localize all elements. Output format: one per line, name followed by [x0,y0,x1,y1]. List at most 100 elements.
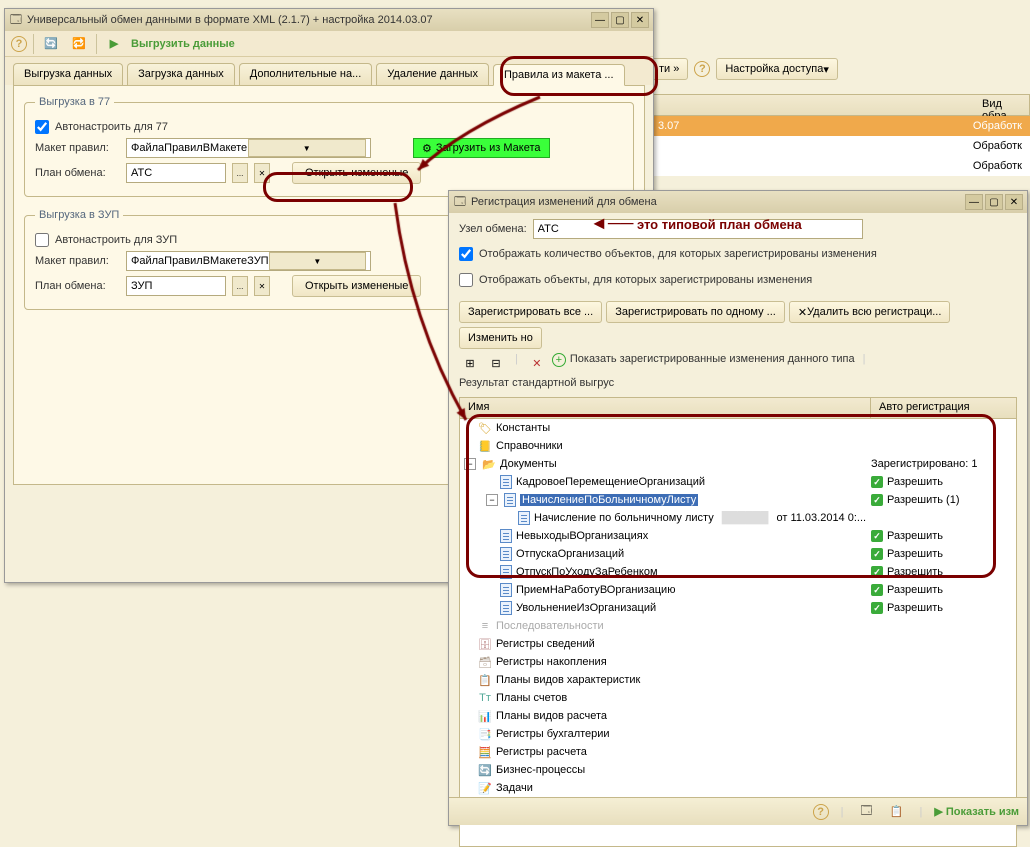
play-icon[interactable]: ▶ [103,34,125,54]
result-link[interactable]: Результат стандартной выгрус [459,377,614,389]
more-icon[interactable]: ... [232,276,248,296]
show-changes-link[interactable]: ▶ Показать изм [934,805,1019,818]
folder-icon: 📒 [478,439,492,453]
open-changes-zup-button[interactable]: Открыть измененые [292,275,421,297]
help-icon[interactable]: ? [11,36,27,52]
tree-d7: УвольнениеИзОрганизаций✓Разрешить [460,599,1016,617]
const-icon: 🏷 [478,421,492,435]
register-icon: 🗃 [478,655,492,669]
help-icon[interactable]: ? [694,61,710,77]
check-icon: ✓ [871,548,883,560]
dropdown-icon[interactable]: ▼ [269,252,366,270]
legend-zup: Выгрузка в ЗУП [35,209,123,221]
clear-icon[interactable]: ✕ [254,163,270,183]
bg-btn-ti[interactable]: ти » [650,58,688,80]
tree-psch: ТтПланы счетов [460,689,1016,707]
del-all-button[interactable]: ✕ Удалить всю регистраци... [789,301,951,323]
load-maket-button[interactable]: ⚙ Загрузить из Макета [413,138,550,158]
icon-2[interactable]: 📋 [886,802,908,822]
plan77-label: План обмена: [35,167,120,179]
show-count-checkbox[interactable] [459,247,473,261]
bg-col-header: Вид обра [650,94,1030,116]
delete-icon[interactable]: ✕ [526,353,548,373]
auto-77-label: Автонастроить для 77 [55,121,168,133]
show-count-label: Отображать количество объектов, для кото… [479,248,877,260]
app-icon: 🗔 [9,13,23,27]
close-button[interactable]: ✕ [1005,194,1023,210]
collapse-icon[interactable]: − [464,458,476,470]
w2-title: Регистрация изменений для обмена [471,196,963,208]
maximize-button[interactable]: ▢ [611,12,629,28]
reg-one-button[interactable]: Зарегистрировать по одному ... [606,301,785,323]
tree-d2-item: Начисление по больничному листу██████от … [460,509,1016,527]
close-button[interactable]: ✕ [631,12,649,28]
tab-export[interactable]: Выгрузка данных [13,63,123,85]
check-icon: ✓ [871,530,883,542]
help-icon[interactable]: ? [813,804,829,820]
plan-icon: 📋 [478,673,492,687]
plan-icon: Тт [478,691,492,705]
maximize-button[interactable]: ▢ [985,194,1003,210]
bg-row-1[interactable]: 3.07Обработк [650,116,1030,136]
check-icon: ✓ [871,476,883,488]
show-reg-link[interactable]: Показать зарегистрированные изменения да… [570,353,855,373]
w2-titlebar[interactable]: 🗔 Регистрация изменений для обмена — ▢ ✕ [449,191,1027,213]
collapse-icon[interactable]: − [486,494,498,506]
tab-rules[interactable]: Правила из макета ... [493,64,625,86]
bg-col-label: Вид обра [979,95,1029,115]
tab-delete[interactable]: Удаление данных [376,63,489,85]
auto-zup-checkbox[interactable] [35,233,49,247]
node-input[interactable] [533,219,863,239]
open-changes-77-button[interactable]: Открыть измененые [292,162,421,184]
auto-77-checkbox[interactable] [35,120,49,134]
tree-header: Имя Авто регистрация [459,397,1017,419]
window-2: 🗔 Регистрация изменений для обмена — ▢ ✕… [448,190,1028,826]
refresh2-icon[interactable]: 🔁 [68,34,90,54]
doc-icon [518,511,530,525]
change-button[interactable]: Изменить но [459,327,542,349]
seq-icon: ≡ [478,619,492,633]
tree-d1: КадровоеПеремещениеОрганизаций✓Разрешить [460,473,1016,491]
dropdown-icon[interactable]: ▼ [248,139,367,157]
collapse-icon[interactable]: ⊟ [485,353,507,373]
minimize-button[interactable]: — [591,12,609,28]
bg-btn-access[interactable]: Настройка доступа ▾ [716,58,838,80]
w1-title: Универсальный обмен данными в формате XM… [27,14,589,26]
maket77-label: Макет правил: [35,142,120,154]
fieldset-77: Выгрузка в 77 Автонастроить для 77 Макет… [24,96,634,197]
icon-1[interactable]: 🗔 [856,802,878,822]
node-label: Узел обмена: [459,223,527,235]
planzup-label: План обмена: [35,280,120,292]
tree[interactable]: 🏷Константы 📒Справочники −📂ДокументыЗарег… [459,419,1017,847]
tab-import[interactable]: Загрузка данных [127,63,235,85]
col-auto[interactable]: Авто регистрация [871,398,1016,418]
doc-icon [500,529,512,543]
tree-d5: ОтпускПоУходуЗаРебенком✓Разрешить [460,563,1016,581]
clear-icon[interactable]: ✕ [254,276,270,296]
bg-row-2[interactable]: Обработк [650,136,1030,156]
expand-icon[interactable]: ⊞ [459,353,481,373]
add-icon[interactable]: + [552,353,566,367]
tree-pvh: 📋Планы видов характеристик [460,671,1016,689]
w1-toolbar: ? 🔄 🔁 ▶ Выгрузить данные [5,31,653,57]
w1-titlebar[interactable]: 🗔 Универсальный обмен данными в формате … [5,9,653,31]
reg-all-button[interactable]: Зарегистрировать все ... [459,301,602,323]
refresh-icon[interactable]: 🔄 [40,34,62,54]
maketzup-combo[interactable]: ФайлаПравилВМакетеЗУП ▼ [126,251,371,271]
export-button[interactable]: Выгрузить данные [131,38,235,50]
tree-posl: ≡Последовательности [460,617,1016,635]
background-toolbar: ти » ? Настройка доступа ▾ [650,58,838,80]
more-icon[interactable]: ... [232,163,248,183]
maket77-combo[interactable]: ФайлаПравилВМакете ▼ [126,138,371,158]
w1-tabs: Выгрузка данных Загрузка данных Дополнит… [5,57,653,85]
plan77-input[interactable] [126,163,226,183]
tree-zad: 📝Задачи [460,779,1016,797]
doc-icon [500,547,512,561]
minimize-button[interactable]: — [965,194,983,210]
show-obj-checkbox[interactable] [459,273,473,287]
bg-row-3[interactable]: Обработк [650,156,1030,176]
tab-additional[interactable]: Дополнительные на... [239,63,373,85]
planzup-input[interactable] [126,276,226,296]
col-name[interactable]: Имя [460,398,871,418]
app-icon: 🗔 [453,195,467,209]
